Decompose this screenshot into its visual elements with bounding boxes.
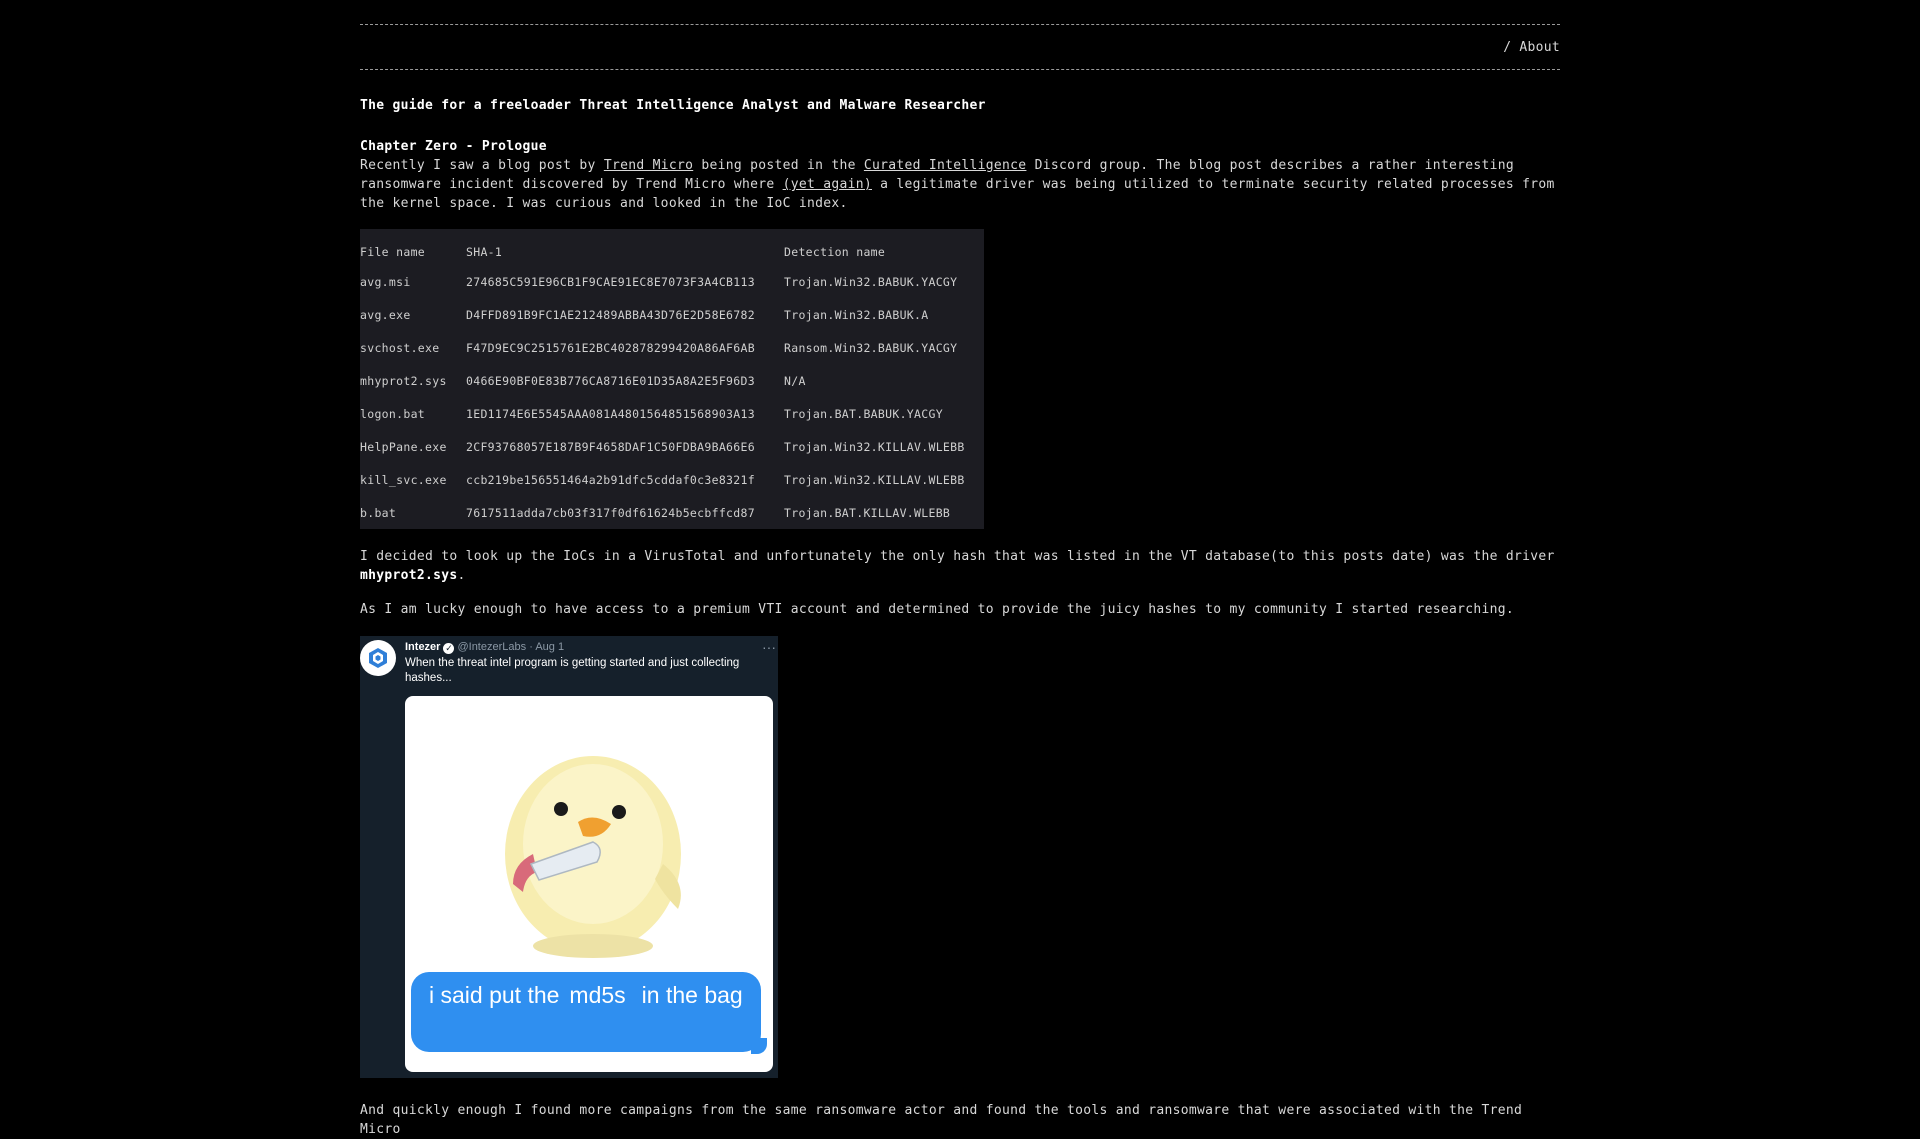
table-row: avg.msi 274685C591E96CB1F9CAE91EC8E7073F3… bbox=[360, 268, 984, 301]
cell-file-name: HelpPane.exe bbox=[360, 440, 447, 454]
vti-paragraph: As I am lucky enough to have access to a… bbox=[360, 602, 1514, 617]
header-file-name: File name bbox=[360, 245, 426, 259]
trend-micro-link[interactable]: Trend Micro bbox=[604, 158, 693, 173]
more-options-icon: ··· bbox=[762, 639, 776, 655]
table-row: HelpPane.exe 2CF93768057E187B9F4658DAF1C5… bbox=[360, 433, 984, 466]
cell-detection: Trojan.BAT.KILLAV.WLEBB bbox=[784, 506, 951, 520]
table-row: b.bat 7617511adda7cb03f317f0df61624b5ecbf… bbox=[360, 499, 984, 529]
tweet-text: When the threat intel program is getting… bbox=[405, 657, 740, 684]
cell-file-name: svchost.exe bbox=[360, 341, 440, 355]
cell-detection: Trojan.Win32.KILLAV.WLEBB bbox=[784, 440, 965, 454]
table-row: avg.exe D4FFD891B9FC1AE212489ABBA43D76E2D… bbox=[360, 301, 984, 334]
cell-sha1: 2CF93768057E187B9F4658DAF1C50FDBA9BA66E6 bbox=[466, 440, 755, 454]
intezer-logo-icon bbox=[369, 648, 387, 668]
tweet-meme-image: i said put the md5s in the bag bbox=[405, 696, 773, 1072]
yet-again-link[interactable]: (yet again) bbox=[783, 177, 872, 192]
table-row: logon.bat 1ED1174E6E5545AAA081A4801564851… bbox=[360, 400, 984, 433]
cell-file-name: avg.msi bbox=[360, 275, 411, 289]
cell-detection: Trojan.Win32.KILLAV.WLEBB bbox=[784, 473, 965, 487]
cell-file-name: kill_svc.exe bbox=[360, 473, 447, 487]
nav-about-link[interactable]: About bbox=[1519, 38, 1560, 57]
table-row: svchost.exe F47D9EC9C2515761E2BC402878299… bbox=[360, 334, 984, 367]
intezer-logo-avatar bbox=[360, 640, 396, 676]
top-nav: / About bbox=[360, 25, 1560, 69]
cell-sha1: 274685C591E96CB1F9CAE91EC8E7073F3A4CB113 bbox=[466, 275, 755, 289]
duck-with-knife-illustration bbox=[473, 714, 713, 969]
cell-detection: Ransom.Win32.BABUK.YACGY bbox=[784, 341, 958, 355]
cell-file-name: logon.bat bbox=[360, 407, 426, 421]
tweet-dot: · bbox=[529, 641, 533, 653]
driver-name: mhyprot2.sys bbox=[360, 568, 458, 583]
cell-detection: Trojan.BAT.BABUK.YACGY bbox=[784, 407, 943, 421]
virustotal-paragraph: I decided to look up the IoCs in a Virus… bbox=[360, 547, 1560, 585]
para2-end: . bbox=[457, 568, 466, 583]
tweet-header: Intezer ✓ @IntezerLabs · Aug 1 bbox=[405, 640, 564, 654]
cell-sha1: D4FFD891B9FC1AE212489ABBA43D76E2D58E6782 bbox=[466, 308, 755, 322]
tweet-screenshot: Intezer ✓ @IntezerLabs · Aug 1 ··· When th… bbox=[360, 636, 778, 1078]
cell-detection: Trojan.Win32.BABUK.YACGY bbox=[784, 275, 958, 289]
cell-detection: N/A bbox=[784, 374, 806, 388]
verified-badge-icon: ✓ bbox=[443, 643, 455, 654]
cell-file-name: mhyprot2.sys bbox=[360, 374, 447, 388]
cell-file-name: b.bat bbox=[360, 506, 397, 520]
blog-page: / About The guide for a freeloader Threa… bbox=[360, 0, 1560, 1139]
header-detection-name: Detection name bbox=[784, 245, 886, 259]
ioc-table-header: File name SHA-1 Detection name bbox=[360, 229, 984, 268]
tweet-handle: @IntezerLabs bbox=[457, 641, 527, 653]
intro-text-1: Recently I saw a blog post by bbox=[360, 158, 604, 173]
meme-text-bubble: i said put the md5s in the bag bbox=[411, 972, 767, 1054]
ioc-table: File name SHA-1 Detection name avg.msi 27… bbox=[360, 229, 984, 529]
cell-file-name: avg.exe bbox=[360, 308, 411, 322]
cell-sha1: 1ED1174E6E5545AAA081A4801564851568903A13 bbox=[466, 407, 755, 421]
nav-separator: / bbox=[1503, 39, 1512, 55]
table-row: mhyprot2.sys 0466E90BF0E83B776CA8716E01D3… bbox=[360, 367, 984, 400]
bubble-text-c: in the bag bbox=[641, 982, 743, 1008]
curated-intelligence-link[interactable]: Curated Intelligence bbox=[864, 158, 1027, 173]
cell-sha1: F47D9EC9C2515761E2BC402878299420A86AF6AB bbox=[466, 341, 755, 355]
bubble-tail bbox=[751, 1038, 767, 1054]
header-divider-bottom bbox=[360, 69, 1560, 70]
cell-sha1: ccb219be156551464a2b91dfc5cddaf0c3e8321f bbox=[466, 473, 755, 487]
bubble-text-b: md5s bbox=[569, 982, 626, 1008]
table-row: kill_svc.exe ccb219be156551464a2b91dfc5cd… bbox=[360, 466, 984, 499]
campaigns-paragraph: And quickly enough I found more campaign… bbox=[360, 1103, 1523, 1137]
tweet-date: Aug 1 bbox=[535, 641, 565, 653]
chapter-heading: Chapter Zero - Prologue bbox=[360, 139, 547, 154]
intro-text-2: being posted in the bbox=[693, 158, 864, 173]
bubble-text-a: i said put the bbox=[429, 982, 560, 1008]
header-sha1: SHA-1 bbox=[466, 245, 503, 259]
intro-paragraph: Recently I saw a blog post by Trend Micr… bbox=[360, 156, 1560, 213]
cell-sha1: 7617511adda7cb03f317f0df61624b5ecbffcd87 bbox=[466, 506, 755, 520]
cell-detection: Trojan.Win32.BABUK.A bbox=[784, 308, 929, 322]
para2-text: I decided to look up the IoCs in a Virus… bbox=[360, 549, 1555, 564]
post-title: The guide for a freeloader Threat Intell… bbox=[360, 98, 986, 113]
tweet-author-name: Intezer bbox=[405, 641, 441, 653]
cell-sha1: 0466E90BF0E83B776CA8716E01D35A8A2E5F96D3 bbox=[466, 374, 755, 388]
